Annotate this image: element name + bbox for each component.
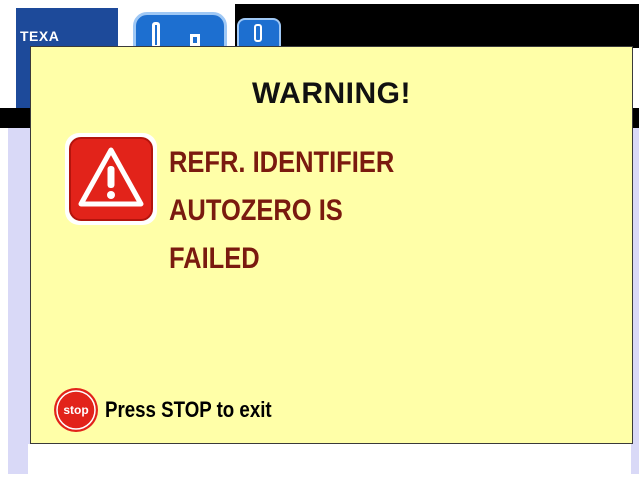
tab-glyph-icon [254,24,262,42]
dialog-title: WARNING! [252,77,411,110]
stop-sign-icon[interactable]: stop [53,387,99,433]
brand-logo-text: TEXA [20,28,60,44]
stop-instruction: Press STOP to exit [105,397,272,422]
top-bar [235,4,639,48]
warning-dialog: WARNING! REFR. IDENTIFIER AUTOZERO IS FA… [30,46,633,444]
tab-glyph-icon [152,22,160,48]
warning-triangle-icon [65,133,157,225]
message-line: AUTOZERO IS [169,194,343,227]
warning-triangle-glyph [78,147,144,207]
panel-footer [28,444,631,474]
stop-icon-text: stop [63,403,88,417]
tab-glyph-icon [190,34,200,46]
screen: TEXA WARNING! REFR. IDENTIFIER AUTOZERO … [0,0,639,482]
message-line: FAILED [169,242,260,275]
message-line: REFR. IDENTIFIER [169,146,395,179]
warning-message: REFR. IDENTIFIER AUTOZERO IS FAILED [169,139,543,283]
